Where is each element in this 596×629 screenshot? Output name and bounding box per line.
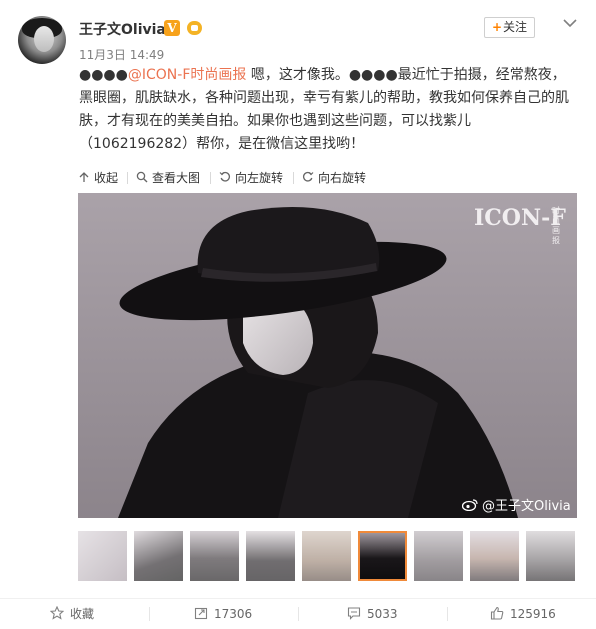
magnifier-icon — [136, 171, 148, 183]
chevron-down-icon[interactable] — [562, 16, 578, 30]
thumbnail[interactable] — [414, 531, 463, 581]
main-photo[interactable]: ICON-F 时尚画报 @王子文Olivia — [78, 193, 577, 518]
rotate-right-button[interactable]: 向右旋转 — [302, 169, 366, 187]
footer-divider — [0, 598, 596, 599]
thumbnail-strip — [78, 531, 578, 583]
verified-badge-icon[interactable]: V — [164, 20, 180, 36]
magazine-subtitle: 时尚画报 — [552, 206, 560, 245]
thumbnail-selected[interactable] — [358, 531, 407, 581]
view-large-button[interactable]: 查看大图 — [136, 169, 200, 187]
avatar[interactable] — [18, 16, 66, 64]
rotate-right-icon — [302, 171, 314, 183]
follow-button[interactable]: +关注 — [484, 17, 535, 38]
plus-icon: + — [491, 20, 503, 34]
user-name[interactable]: 王子文Olivia — [79, 19, 166, 39]
repost-button[interactable]: 17306 — [194, 603, 252, 625]
star-icon — [50, 606, 64, 620]
rotate-left-button[interactable]: 向左旋转 — [219, 169, 283, 187]
toolbar-divider — [293, 172, 294, 184]
like-button[interactable]: 125916 — [490, 603, 556, 625]
thumbnail[interactable] — [526, 531, 575, 581]
collapse-button[interactable]: 收起 — [78, 169, 118, 187]
post-text-prefix: ●●●● — [79, 67, 128, 83]
thumbnail[interactable] — [190, 531, 239, 581]
mention-link[interactable]: @ICON-F时尚画报 — [128, 67, 247, 83]
rotate-left-icon — [219, 171, 231, 183]
thumbnail[interactable] — [78, 531, 127, 581]
toolbar-divider — [210, 172, 211, 184]
thumbs-up-icon — [490, 606, 504, 620]
toolbar-divider — [127, 172, 128, 184]
weibo-logo-icon — [462, 499, 478, 511]
footer-divider-vertical — [447, 607, 448, 621]
comment-icon — [347, 606, 361, 620]
photo-illustration — [78, 193, 577, 518]
follow-label: 关注 — [503, 20, 528, 34]
weibo-post-card: 王子文Olivia V 11月3日 14:49 +关注 ●●●●@ICON-F时… — [0, 0, 596, 629]
collapse-arrow-icon — [78, 171, 90, 183]
footer-divider-vertical — [298, 607, 299, 621]
favorite-button[interactable]: 收藏 — [50, 603, 94, 625]
repost-icon — [194, 606, 208, 620]
vip-crown-icon[interactable] — [185, 19, 204, 37]
thumbnail[interactable] — [246, 531, 295, 581]
post-time[interactable]: 11月3日 14:49 — [79, 46, 164, 63]
comment-button[interactable]: 5033 — [347, 603, 398, 625]
photo-watermark: @王子文Olivia — [462, 495, 571, 514]
post-text: ●●●●@ICON-F时尚画报 嗯，这才像我。●●●●最近忙于拍摄，经常熬夜，黑… — [79, 64, 579, 156]
media-toolbar: 收起 查看大图 向左旋转 向右旋转 — [0, 169, 596, 187]
thumbnail[interactable] — [470, 531, 519, 581]
thumbnail[interactable] — [134, 531, 183, 581]
thumbnail[interactable] — [302, 531, 351, 581]
footer-divider-vertical — [149, 607, 150, 621]
